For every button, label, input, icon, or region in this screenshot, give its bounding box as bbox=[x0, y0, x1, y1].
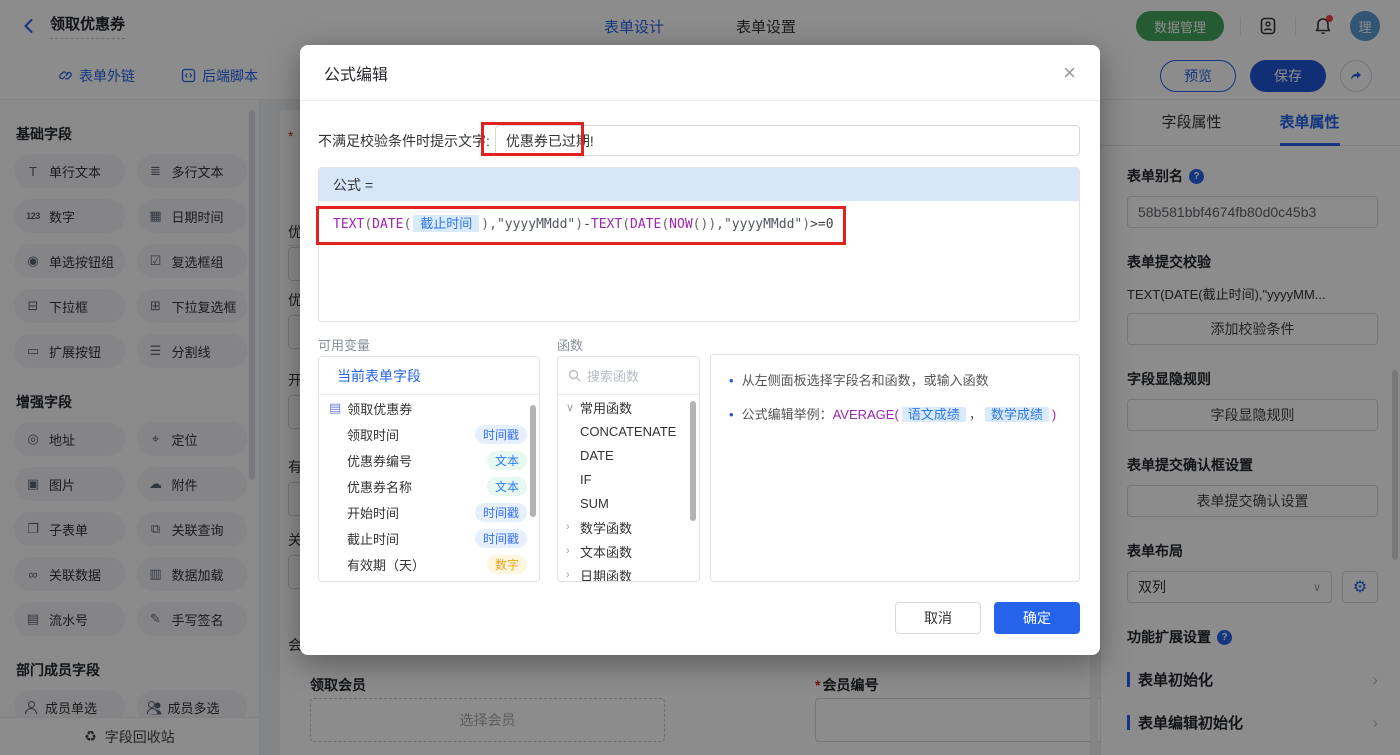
variable-type-badge: 数字 bbox=[486, 554, 527, 574]
formula-token: ( bbox=[364, 217, 373, 232]
formula-token: - bbox=[583, 217, 591, 232]
function-item-CONCATENATE[interactable]: CONCATENATE bbox=[558, 419, 699, 443]
formula-token: "yyyyMMdd" bbox=[496, 217, 576, 232]
formula-token: ( bbox=[622, 217, 631, 232]
function-group-label: 文本函数 bbox=[580, 544, 633, 560]
variable-type-badge: 时间戳 bbox=[474, 424, 527, 444]
functions-scrollbar[interactable] bbox=[690, 401, 696, 521]
tip-text-input[interactable]: 优惠券已过期! bbox=[494, 125, 1080, 156]
variable-row[interactable]: 领取时间 时间戳 bbox=[319, 421, 539, 447]
function-search[interactable]: 搜索函数 bbox=[558, 357, 699, 395]
function-group-label: 常用函数 bbox=[580, 400, 633, 416]
variables-scrollbar[interactable] bbox=[530, 405, 536, 517]
function-item-DATE[interactable]: DATE bbox=[558, 443, 699, 467]
functions-panel: 搜索函数 ∨ 常用函数 CONCATENATE DATE IF SUM › 数学函数 › 文本函数… bbox=[557, 356, 700, 582]
variable-name: 优惠券编号 bbox=[347, 453, 413, 469]
search-icon bbox=[568, 369, 581, 382]
variable-type-badge: 文本 bbox=[486, 450, 527, 470]
chevron-down-icon: ∨ bbox=[566, 401, 575, 414]
example-text: ) bbox=[1051, 407, 1057, 422]
formula-token: "yyyyMMdd" bbox=[723, 217, 803, 232]
tip-text-label: 不满足校验条件时提示文字: bbox=[318, 132, 490, 149]
cancel-button[interactable]: 取消 bbox=[895, 602, 981, 634]
bullet: • bbox=[729, 373, 734, 388]
formula-token: >=0 bbox=[810, 217, 834, 232]
formula-token: DATE bbox=[372, 217, 404, 232]
dialog-title: 公式编辑 bbox=[324, 66, 389, 84]
function-group-文本函数[interactable]: › 文本函数 bbox=[558, 539, 699, 563]
variable-row[interactable]: 有效期（天） 数字 bbox=[319, 551, 539, 577]
formula-token: ) bbox=[708, 217, 717, 232]
variable-name: 有效期（天） bbox=[347, 557, 426, 573]
variable-type-badge: 数字 bbox=[486, 580, 527, 581]
help-text-1: 从左侧面板选择字段名和函数，或输入函数 bbox=[741, 373, 989, 388]
formula-edit-dialog: 公式编辑 × 不满足校验条件时提示文字: 优惠券已过期! 公式 = TEXT(D… bbox=[300, 45, 1100, 655]
function-group-label: 数学函数 bbox=[580, 520, 633, 536]
formula-help-panel: • 从左侧面板选择字段名和函数，或输入函数 • 公式编辑举例：AVERAGE(语文成… bbox=[710, 354, 1080, 582]
form-doc-icon: ▤ bbox=[329, 400, 342, 415]
formula-token: TEXT bbox=[590, 217, 623, 232]
variable-name: 优惠券名称 bbox=[347, 479, 413, 495]
formula-token: ) bbox=[481, 217, 490, 232]
help-example: 公式编辑举例：AVERAGE(语文成绩，数学成绩) bbox=[741, 405, 1057, 425]
form-node-label: 领取优惠券 bbox=[347, 401, 413, 417]
formula-token: ( bbox=[403, 217, 412, 232]
formula-header: 公式 = bbox=[319, 168, 1079, 201]
example-text: 公式编辑举例： bbox=[741, 407, 833, 422]
search-placeholder: 搜索函数 bbox=[587, 369, 640, 384]
close-icon[interactable]: × bbox=[1063, 61, 1076, 84]
example-text: ， bbox=[968, 407, 982, 422]
formula-token: DATE bbox=[630, 217, 662, 232]
function-item-IF[interactable]: IF bbox=[558, 467, 699, 491]
chevron-right-icon: › bbox=[566, 545, 570, 557]
example-field-chip: 数学成绩 bbox=[984, 407, 1049, 422]
variable-row[interactable]: 优惠券名称 文本 bbox=[319, 473, 539, 499]
variable-name: 领取时间 bbox=[347, 427, 400, 443]
variable-type-badge: 时间戳 bbox=[474, 502, 527, 522]
confirm-button[interactable]: 确定 bbox=[994, 602, 1080, 634]
variable-row[interactable]: 截止时间 时间戳 bbox=[319, 525, 539, 551]
variables-panel: 当前表单字段 ▤ 领取优惠券 领取时间 时间戳 优惠券编号 文本 优惠券名称 文本 开始时间 时间… bbox=[318, 356, 540, 582]
formula-token: NOW bbox=[669, 217, 693, 232]
formula-token: ( bbox=[661, 217, 670, 232]
function-group-数学函数[interactable]: › 数学函数 bbox=[558, 515, 699, 539]
formula-token: , bbox=[716, 217, 724, 232]
example-field-chip: 语文成绩 bbox=[901, 407, 966, 422]
variable-name: 开始时间 bbox=[347, 505, 400, 521]
variables-label: 可用变量 bbox=[318, 338, 371, 353]
variable-row[interactable]: 数字 bbox=[319, 577, 539, 581]
formula-token: ) bbox=[802, 217, 811, 232]
formula-token: TEXT bbox=[333, 217, 365, 232]
function-group-label: 日期函数 bbox=[580, 568, 633, 582]
formula-editor: 公式 = TEXT(DATE(截止时间),"yyyyMMdd")-TEXT(DA… bbox=[318, 167, 1080, 322]
variable-tree-root[interactable]: ▤ 领取优惠券 bbox=[319, 395, 539, 421]
function-item-SUM[interactable]: SUM bbox=[558, 491, 699, 515]
variable-row[interactable]: 开始时间 时间戳 bbox=[319, 499, 539, 525]
formula-token: , bbox=[489, 217, 497, 232]
formula-input-area[interactable]: TEXT(DATE(截止时间),"yyyyMMdd")-TEXT(DATE(NO… bbox=[319, 201, 1079, 321]
chevron-right-icon: › bbox=[566, 521, 570, 533]
chevron-right-icon: › bbox=[566, 569, 570, 581]
formula-token: ) bbox=[575, 217, 584, 232]
current-form-fields-tab[interactable]: 当前表单字段 bbox=[319, 357, 539, 395]
variable-type-badge: 时间戳 bbox=[474, 528, 527, 548]
variable-name: 截止时间 bbox=[347, 531, 400, 547]
functions-label: 函数 bbox=[557, 338, 584, 353]
variable-type-badge: 文本 bbox=[486, 476, 527, 496]
function-group-日期函数[interactable]: › 日期函数 bbox=[558, 563, 699, 582]
function-group-常用函数[interactable]: ∨ 常用函数 bbox=[558, 395, 699, 419]
example-text: AVERAGE( bbox=[832, 407, 899, 422]
variable-row[interactable]: 优惠券编号 文本 bbox=[319, 447, 539, 473]
formula-field-chip[interactable]: 截止时间 bbox=[413, 215, 480, 232]
bullet: • bbox=[729, 407, 734, 422]
